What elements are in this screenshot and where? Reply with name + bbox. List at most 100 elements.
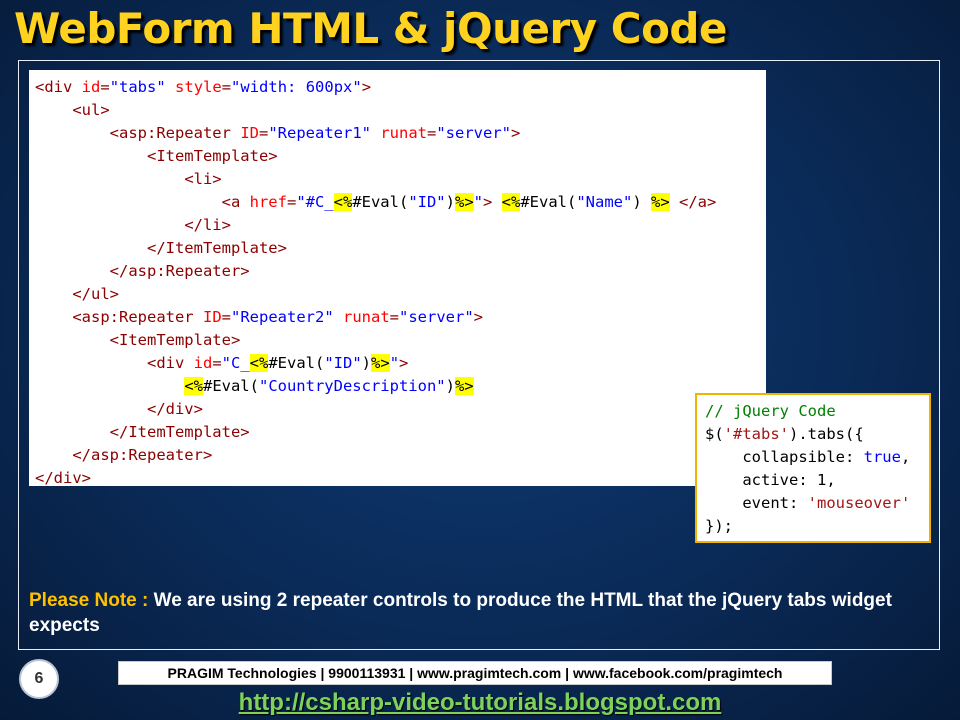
code-line: <asp:Repeater ID="Repeater2" runat="serv…	[35, 306, 766, 329]
code-token: <asp:Repeater	[72, 308, 203, 326]
code-token: %>	[454, 193, 474, 211]
code-line: event: 'mouseover'	[705, 492, 929, 515]
code-token: "Repeater1"	[268, 124, 371, 142]
code-token: <ul>	[72, 101, 110, 119]
code-token: <asp:Repeater	[109, 124, 241, 142]
code-line: <li>	[35, 168, 766, 191]
code-token: ,	[900, 448, 911, 466]
code-token: <a	[221, 193, 250, 211]
note-label: Please Note :	[29, 590, 154, 611]
code-token: "server"	[399, 308, 474, 326]
code-token: </asp:Repeater>	[72, 446, 213, 464]
code-token: "width: 600px"	[231, 78, 362, 96]
code-token: <%	[501, 193, 521, 211]
code-token: ID	[240, 124, 259, 142]
code-token: =	[221, 78, 232, 96]
code-token: #Eval(	[352, 193, 409, 211]
code-token: collapsible:	[705, 448, 864, 466]
code-token: 'mouseover'	[807, 494, 911, 512]
code-token: "	[473, 193, 483, 211]
code-token: %>	[454, 377, 474, 395]
code-line: <div id="tabs" style="width: 600px">	[35, 76, 766, 99]
code-token: </div>	[35, 469, 91, 486]
code-token: </ItemTemplate>	[109, 423, 250, 441]
code-token: "#C_	[296, 193, 334, 211]
code-token: =	[212, 354, 222, 372]
code-token: id	[193, 354, 213, 372]
code-token: <div	[146, 354, 194, 372]
code-line: <ItemTemplate>	[35, 145, 766, 168]
code-token: "C_	[221, 354, 250, 372]
code-token: )	[445, 193, 455, 211]
code-token: active: 1,	[705, 471, 836, 489]
blog-link[interactable]: http://csharp-video-tutorials.blogspot.c…	[0, 689, 960, 717]
code-token: <li>	[184, 170, 222, 188]
code-line: <ul>	[35, 99, 766, 122]
code-token: "CountryDescription"	[258, 377, 446, 395]
code-token: </asp:Repeater>	[109, 262, 250, 280]
code-token: #Eval(	[520, 193, 577, 211]
code-line: });	[705, 515, 929, 538]
code-token: "server"	[436, 124, 511, 142]
code-token: =	[389, 308, 400, 326]
code-token: $(	[705, 425, 724, 443]
code-token: "Repeater2"	[231, 308, 334, 326]
code-token: "Name"	[576, 193, 633, 211]
code-line: </ul>	[35, 283, 766, 306]
code-line: <ItemTemplate>	[35, 329, 766, 352]
code-token: '#tabs'	[723, 425, 789, 443]
code-token: "ID"	[408, 193, 446, 211]
code-token: <%	[333, 193, 353, 211]
code-token: <ItemTemplate>	[109, 331, 241, 349]
code-line: </div>	[35, 467, 766, 486]
code-line: </ItemTemplate>	[35, 237, 766, 260]
code-token: <%	[184, 377, 203, 395]
code-token: href	[249, 193, 287, 211]
code-token: <ItemTemplate>	[146, 147, 278, 165]
code-token: runat	[380, 124, 427, 142]
code-line: // jQuery Code	[705, 400, 929, 423]
code-token: %>	[651, 193, 670, 211]
jquery-code-box: // jQuery Code $('#tabs').tabs({ collapsi…	[695, 393, 931, 543]
code-token: )	[632, 193, 652, 211]
code-token: ID	[202, 308, 222, 326]
code-token: =	[221, 308, 231, 326]
code-token: "	[389, 354, 400, 372]
slide-title: WebForm HTML & jQuery Code	[14, 4, 727, 53]
code-line: <asp:Repeater ID="Repeater1" runat="serv…	[35, 122, 766, 145]
code-token: %>	[371, 354, 390, 372]
code-line: </li>	[35, 214, 766, 237]
code-token: </li>	[184, 216, 231, 234]
code-token: =	[286, 193, 297, 211]
code-line: active: 1,	[705, 469, 929, 492]
code-token: // jQuery Code	[705, 402, 836, 420]
code-token: </ul>	[72, 285, 119, 303]
code-token: runat	[343, 308, 390, 326]
code-token: style	[175, 78, 222, 96]
note-body: We are using 2 repeater controls to prod…	[29, 590, 892, 636]
code-token: >	[511, 124, 521, 142]
code-token: <div	[35, 78, 82, 96]
code-token: <%	[249, 354, 269, 372]
code-token: =	[258, 124, 269, 142]
note-text: Please Note : We are using 2 repeater co…	[29, 588, 909, 638]
code-token: event:	[705, 494, 808, 512]
